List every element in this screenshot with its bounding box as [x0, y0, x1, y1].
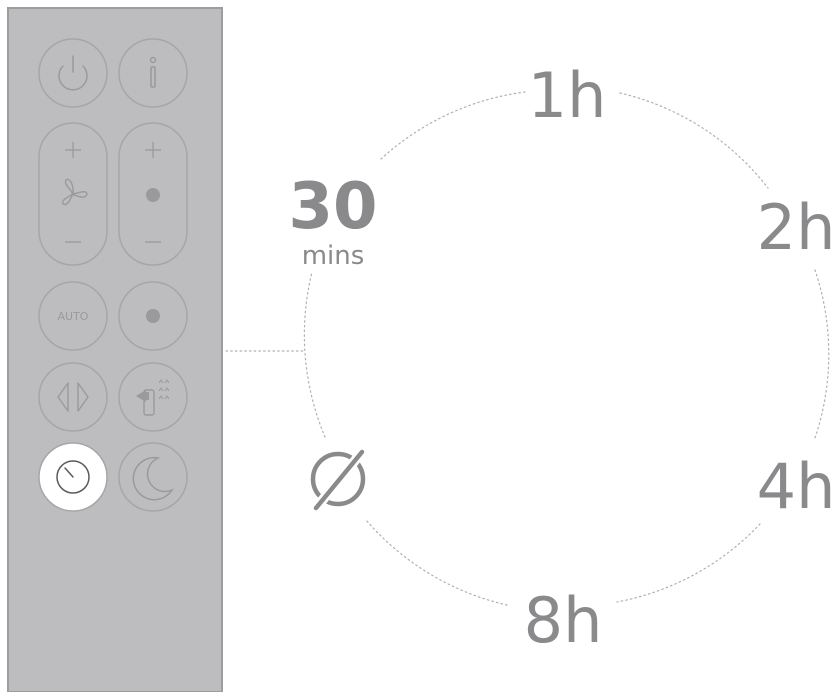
dot-icon	[146, 309, 160, 323]
timer-option-30-unit: mins	[302, 241, 365, 271]
dial-arc-2h-4h	[814, 269, 830, 439]
timer-option-4h: 4h	[757, 450, 836, 523]
timer-option-2h: 2h	[757, 191, 836, 264]
remote-control: AUTO	[7, 7, 223, 692]
timer-option-1h: 1h	[528, 59, 607, 132]
dial-arc-4h-8h	[616, 523, 761, 603]
timer-option-8h: 8h	[524, 584, 603, 657]
timer-option-30-value: 30	[288, 170, 377, 244]
dot-icon	[146, 188, 160, 202]
dial-arc-1h-2h	[619, 92, 769, 189]
dial-arc-30-1h	[380, 91, 526, 160]
timer-button[interactable]	[38, 442, 108, 512]
timer-diagram: 1h 2h 4h 8h 30 mins AUTO	[7, 7, 836, 692]
timer-off-icon	[310, 447, 367, 513]
dial-arc-off-30	[303, 271, 326, 438]
remote-body	[7, 7, 223, 692]
auto-label: AUTO	[58, 310, 89, 323]
dial-arc-8h-off	[365, 519, 508, 606]
timer-dial-ring	[303, 91, 830, 606]
